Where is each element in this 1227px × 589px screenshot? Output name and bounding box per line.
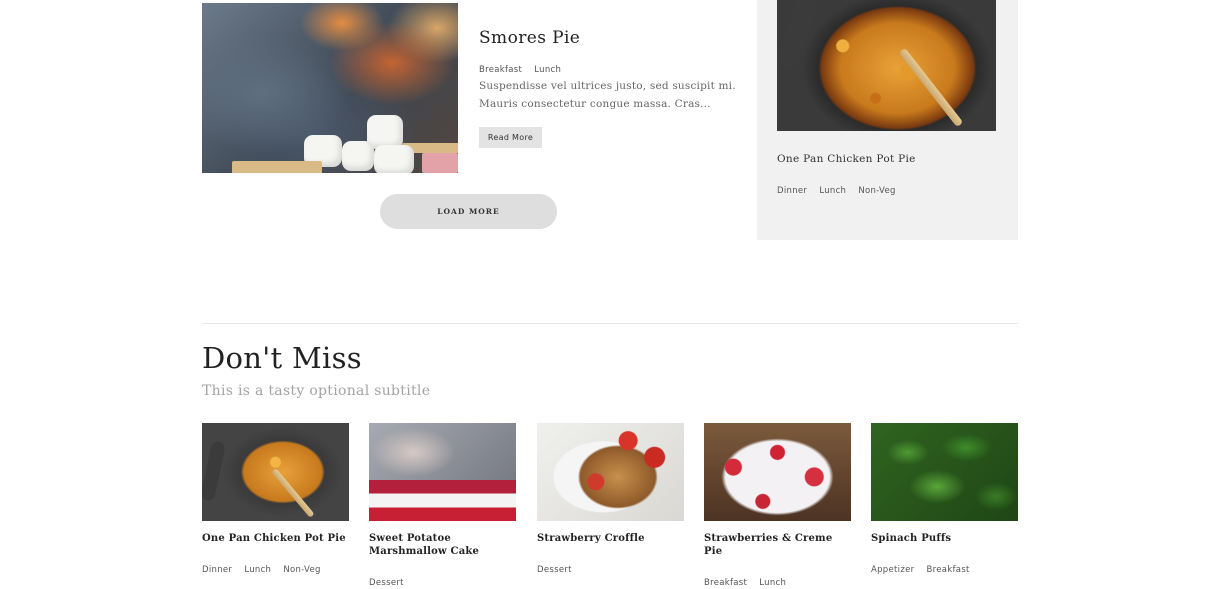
recipe-card-tags: Dessert xyxy=(369,570,516,589)
featured-post-excerpt: Suspendisse vel ultrices justo, sed susc… xyxy=(479,77,739,113)
recipe-card-image[interactable] xyxy=(537,423,684,521)
section-title: Don't Miss xyxy=(202,341,362,375)
tag[interactable]: Non-Veg xyxy=(283,565,320,575)
recipe-card[interactable]: One Pan Chicken Pot Pie Dinner Lunch Non… xyxy=(202,423,349,576)
sidebar-card-title[interactable]: One Pan Chicken Pot Pie xyxy=(777,153,916,165)
recipe-card-tags: Breakfast Lunch xyxy=(704,570,851,589)
recipe-card-tags: Appetizer Breakfast xyxy=(871,557,1018,576)
recipe-card-title[interactable]: Strawberries & Creme Pie xyxy=(704,532,851,558)
featured-post-tags: Breakfast Lunch xyxy=(479,57,568,76)
tag[interactable]: Breakfast xyxy=(479,65,522,75)
tag[interactable]: Dinner xyxy=(202,565,232,575)
sidebar-recipe-card[interactable]: One Pan Chicken Pot Pie Dinner Lunch Non… xyxy=(757,0,1018,240)
recipe-card-title[interactable]: Strawberry Croffle xyxy=(537,532,684,545)
section-subtitle: This is a tasty optional subtitle xyxy=(202,383,431,399)
excerpt-line: Mauris consectetur congue massa. Cras... xyxy=(479,98,711,110)
read-more-button[interactable]: Read More xyxy=(479,127,542,148)
recipe-card-title[interactable]: Spinach Puffs xyxy=(871,532,1018,545)
tag[interactable]: Dessert xyxy=(537,565,572,575)
load-more-button[interactable]: LOAD MORE xyxy=(380,194,557,229)
tag[interactable]: Appetizer xyxy=(871,565,914,575)
recipe-card-image[interactable] xyxy=(202,423,349,521)
sidebar-card-image[interactable] xyxy=(777,0,996,131)
tag[interactable]: Lunch xyxy=(534,65,561,75)
recipe-card-title[interactable]: Sweet Potatoe Marshmallow Cake xyxy=(369,532,516,558)
featured-post-title[interactable]: Smores Pie xyxy=(479,28,580,48)
recipe-card[interactable]: Strawberry Croffle Dessert xyxy=(537,423,684,576)
tag[interactable]: Breakfast xyxy=(927,565,970,575)
recipe-card-tags: Dessert xyxy=(537,557,684,576)
tag[interactable]: Non-Veg xyxy=(858,186,895,196)
featured-post-image[interactable] xyxy=(202,3,458,173)
section-divider xyxy=(202,323,1018,324)
excerpt-line: Suspendisse vel ultrices justo, sed susc… xyxy=(479,80,736,92)
recipe-card-tags: Dinner Lunch Non-Veg xyxy=(202,557,349,576)
recipe-card-image[interactable] xyxy=(871,423,1018,521)
tag[interactable]: Dinner xyxy=(777,186,807,196)
recipe-card-image[interactable] xyxy=(704,423,851,521)
recipe-card[interactable]: Sweet Potatoe Marshmallow Cake Dessert xyxy=(369,423,516,589)
recipe-card[interactable]: Spinach Puffs Appetizer Breakfast xyxy=(871,423,1018,576)
tag[interactable]: Lunch xyxy=(244,565,271,575)
recipe-card[interactable]: Strawberries & Creme Pie Breakfast Lunch xyxy=(704,423,851,589)
tag[interactable]: Lunch xyxy=(819,186,846,196)
recipe-card-title[interactable]: One Pan Chicken Pot Pie xyxy=(202,532,349,545)
recipe-card-image[interactable] xyxy=(369,423,516,521)
sidebar-card-tags: Dinner Lunch Non-Veg xyxy=(777,178,903,197)
